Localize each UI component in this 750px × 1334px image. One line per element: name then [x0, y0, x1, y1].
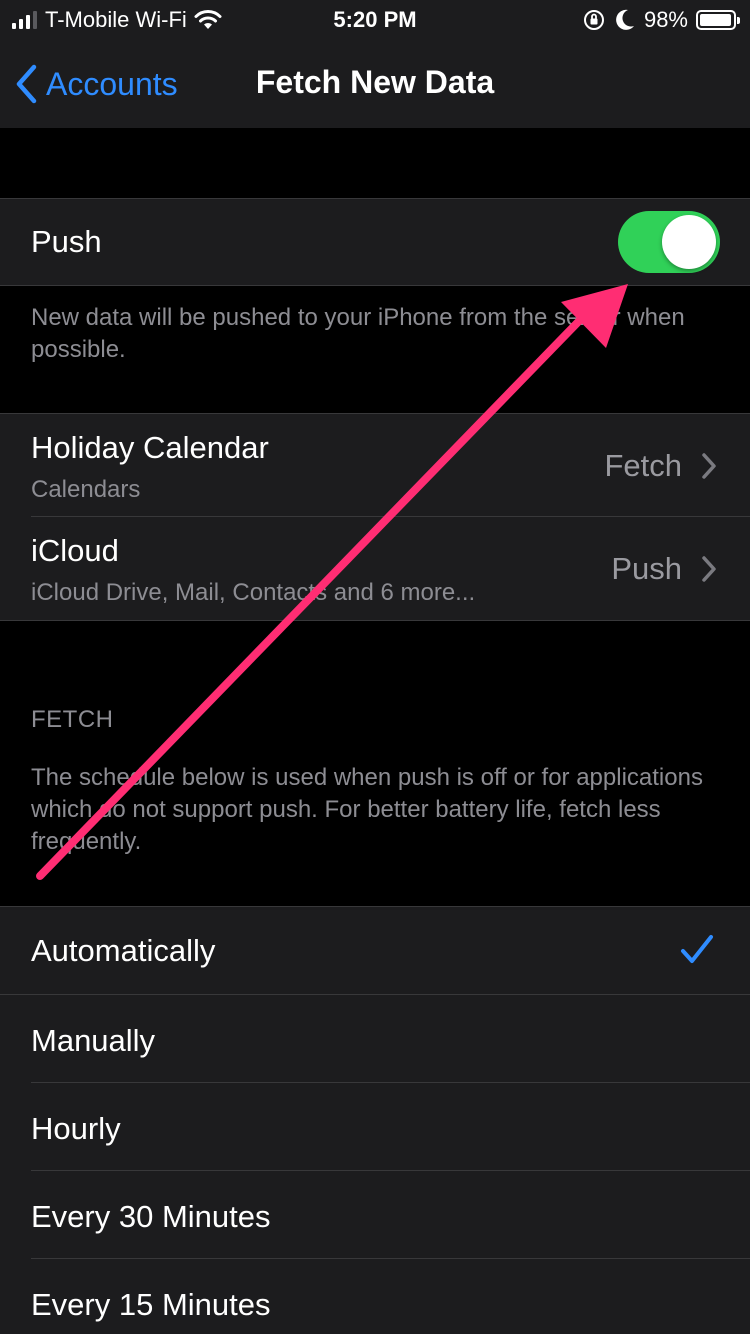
account-subtitle: iCloud Drive, Mail, Contacts and 6 more.…	[31, 579, 476, 606]
battery-percentage: 98%	[643, 7, 688, 32]
fetch-option-label: Every 30 Minutes	[31, 1199, 271, 1234]
account-row-holiday-calendar[interactable]: Holiday Calendar Calendars Fetch	[0, 414, 750, 517]
accounts-group: Holiday Calendar Calendars Fetch iCloud …	[0, 413, 750, 621]
back-button[interactable]: Accounts	[14, 60, 178, 108]
account-row-icloud[interactable]: iCloud iCloud Drive, Mail, Contacts and …	[0, 517, 750, 620]
fetch-options-group: Automatically Manually Hourly Every 30 M…	[0, 906, 750, 1334]
fetch-description: The schedule below is used when push is …	[31, 764, 703, 855]
fetch-option-hourly[interactable]: Hourly	[0, 1083, 750, 1171]
chevron-right-icon	[702, 453, 716, 479]
status-left: T-Mobile Wi-Fi	[12, 6, 223, 34]
fetch-option-label: Manually	[31, 1023, 156, 1058]
moon-icon	[616, 9, 634, 30]
account-subtitle: Calendars	[31, 476, 141, 503]
checkmark-icon	[681, 935, 713, 963]
orientation-lock-icon	[583, 10, 604, 30]
fetch-option-manually[interactable]: Manually	[0, 995, 750, 1083]
fetch-option-every-30-minutes[interactable]: Every 30 Minutes	[0, 1171, 750, 1259]
battery-fill	[700, 14, 732, 26]
push-description: New data will be pushed to your iPhone f…	[31, 304, 685, 363]
back-button-label: Accounts	[46, 65, 178, 102]
fetch-option-automatically[interactable]: Automatically	[0, 907, 750, 995]
chevron-right-icon	[702, 556, 716, 582]
chevron-left-icon	[16, 64, 37, 104]
wifi-icon	[194, 10, 222, 29]
status-bar: T-Mobile Wi-Fi 5:20 PM 98%	[0, 0, 750, 40]
fetch-option-label: Every 15 Minutes	[31, 1287, 271, 1322]
push-cell: Push	[0, 199, 750, 285]
push-group: Push	[0, 198, 750, 286]
account-fetch-mode: Push	[611, 551, 682, 586]
fetch-option-label: Hourly	[31, 1111, 121, 1146]
cellular-signal-icon	[12, 11, 37, 29]
fetch-option-label: Automatically	[31, 933, 216, 968]
account-title: Holiday Calendar	[31, 430, 269, 465]
push-toggle[interactable]	[618, 211, 720, 273]
carrier-label: T-Mobile Wi-Fi	[45, 7, 187, 32]
account-title: iCloud	[31, 533, 119, 568]
toggle-knob	[662, 215, 716, 269]
battery-icon	[696, 10, 740, 30]
fetch-section-header: FETCH	[31, 706, 114, 733]
status-right: 98%	[582, 6, 740, 34]
push-label: Push	[31, 224, 102, 259]
fetch-option-every-15-minutes[interactable]: Every 15 Minutes	[0, 1259, 750, 1334]
navigation-bar: Accounts Fetch New Data	[0, 40, 750, 128]
screen: T-Mobile Wi-Fi 5:20 PM 98% Accounts Fetc…	[0, 0, 750, 1334]
account-fetch-mode: Fetch	[604, 448, 682, 483]
